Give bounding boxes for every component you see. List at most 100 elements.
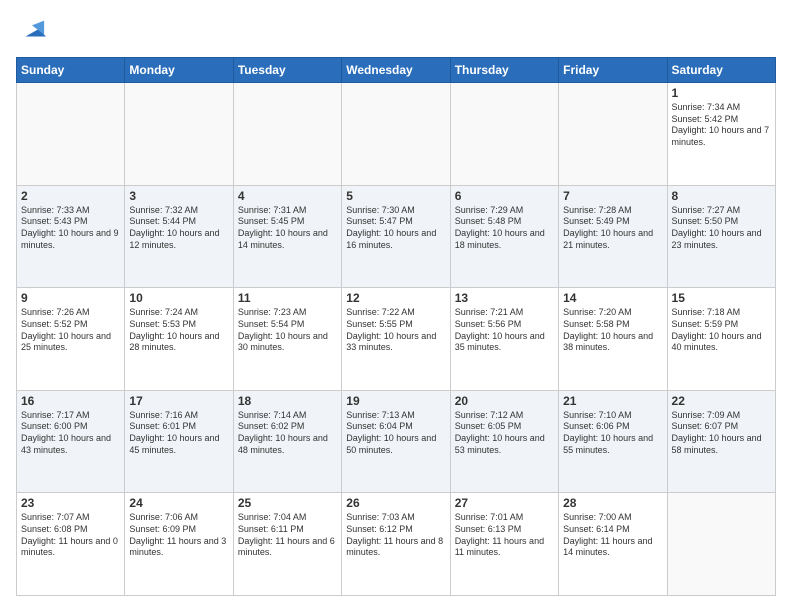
day-cell: 1Sunrise: 7:34 AMSunset: 5:42 PMDaylight… — [667, 83, 775, 186]
day-info: Sunrise: 7:04 AM — [238, 512, 337, 524]
day-info: Sunrise: 7:30 AM — [346, 205, 445, 217]
day-info: Sunset: 5:59 PM — [672, 319, 771, 331]
day-number: 16 — [21, 394, 120, 408]
day-number: 28 — [563, 496, 662, 510]
week-row-1: 2Sunrise: 7:33 AMSunset: 5:43 PMDaylight… — [17, 185, 776, 288]
day-info: Sunset: 5:55 PM — [346, 319, 445, 331]
day-number: 17 — [129, 394, 228, 408]
day-cell: 28Sunrise: 7:00 AMSunset: 6:14 PMDayligh… — [559, 493, 667, 596]
day-info: Sunset: 5:44 PM — [129, 216, 228, 228]
day-info: Sunrise: 7:17 AM — [21, 410, 120, 422]
day-info: Sunrise: 7:26 AM — [21, 307, 120, 319]
day-info: Sunrise: 7:03 AM — [346, 512, 445, 524]
day-info: Sunset: 6:13 PM — [455, 524, 554, 536]
day-cell — [450, 83, 558, 186]
day-info: Daylight: 10 hours and 38 minutes. — [563, 331, 662, 354]
page: SundayMondayTuesdayWednesdayThursdayFrid… — [0, 0, 792, 612]
day-info: Sunrise: 7:21 AM — [455, 307, 554, 319]
day-cell: 23Sunrise: 7:07 AMSunset: 6:08 PMDayligh… — [17, 493, 125, 596]
day-info: Daylight: 10 hours and 30 minutes. — [238, 331, 337, 354]
day-number: 24 — [129, 496, 228, 510]
day-info: Daylight: 10 hours and 9 minutes. — [21, 228, 120, 251]
day-info: Sunrise: 7:13 AM — [346, 410, 445, 422]
day-info: Daylight: 11 hours and 11 minutes. — [455, 536, 554, 559]
header-cell-thursday: Thursday — [450, 58, 558, 83]
day-info: Sunrise: 7:23 AM — [238, 307, 337, 319]
day-number: 22 — [672, 394, 771, 408]
day-cell: 16Sunrise: 7:17 AMSunset: 6:00 PMDayligh… — [17, 390, 125, 493]
day-info: Sunrise: 7:28 AM — [563, 205, 662, 217]
day-number: 19 — [346, 394, 445, 408]
day-cell: 22Sunrise: 7:09 AMSunset: 6:07 PMDayligh… — [667, 390, 775, 493]
day-number: 12 — [346, 291, 445, 305]
day-info: Daylight: 10 hours and 53 minutes. — [455, 433, 554, 456]
day-cell: 11Sunrise: 7:23 AMSunset: 5:54 PMDayligh… — [233, 288, 341, 391]
day-info: Sunrise: 7:32 AM — [129, 205, 228, 217]
header-cell-sunday: Sunday — [17, 58, 125, 83]
day-number: 23 — [21, 496, 120, 510]
day-info: Daylight: 11 hours and 0 minutes. — [21, 536, 120, 559]
day-info: Daylight: 11 hours and 6 minutes. — [238, 536, 337, 559]
day-cell: 26Sunrise: 7:03 AMSunset: 6:12 PMDayligh… — [342, 493, 450, 596]
header — [16, 16, 776, 49]
day-number: 8 — [672, 189, 771, 203]
day-number: 13 — [455, 291, 554, 305]
day-cell — [17, 83, 125, 186]
day-info: Daylight: 10 hours and 40 minutes. — [672, 331, 771, 354]
day-info: Sunset: 5:42 PM — [672, 114, 771, 126]
day-cell — [667, 493, 775, 596]
day-info: Daylight: 10 hours and 23 minutes. — [672, 228, 771, 251]
week-row-4: 23Sunrise: 7:07 AMSunset: 6:08 PMDayligh… — [17, 493, 776, 596]
day-number: 6 — [455, 189, 554, 203]
day-info: Sunset: 6:12 PM — [346, 524, 445, 536]
day-info: Daylight: 10 hours and 33 minutes. — [346, 331, 445, 354]
day-info: Sunset: 5:50 PM — [672, 216, 771, 228]
day-cell: 25 Sunrise: 7:04 AMSunset: 6:11 PMDayligh… — [233, 493, 341, 596]
day-info: Daylight: 10 hours and 55 minutes. — [563, 433, 662, 456]
day-cell: 12Sunrise: 7:22 AMSunset: 5:55 PMDayligh… — [342, 288, 450, 391]
header-cell-wednesday: Wednesday — [342, 58, 450, 83]
day-number: 7 — [563, 189, 662, 203]
day-info: Sunset: 6:11 PM — [238, 524, 337, 536]
day-info: Daylight: 10 hours and 21 minutes. — [563, 228, 662, 251]
day-info: Daylight: 10 hours and 7 minutes. — [672, 125, 771, 148]
day-info: Daylight: 11 hours and 8 minutes. — [346, 536, 445, 559]
day-cell: 17Sunrise: 7:16 AMSunset: 6:01 PMDayligh… — [125, 390, 233, 493]
day-info: Sunset: 6:06 PM — [563, 421, 662, 433]
day-cell: 19Sunrise: 7:13 AMSunset: 6:04 PMDayligh… — [342, 390, 450, 493]
day-number: 1 — [672, 86, 771, 100]
day-info: Daylight: 10 hours and 28 minutes. — [129, 331, 228, 354]
day-number: 27 — [455, 496, 554, 510]
day-info: Daylight: 10 hours and 45 minutes. — [129, 433, 228, 456]
day-cell: 9Sunrise: 7:26 AMSunset: 5:52 PMDaylight… — [17, 288, 125, 391]
day-info: Sunset: 5:45 PM — [238, 216, 337, 228]
day-cell: 8Sunrise: 7:27 AMSunset: 5:50 PMDaylight… — [667, 185, 775, 288]
day-cell: 7Sunrise: 7:28 AMSunset: 5:49 PMDaylight… — [559, 185, 667, 288]
day-cell: 18Sunrise: 7:14 AMSunset: 6:02 PMDayligh… — [233, 390, 341, 493]
day-cell: 14Sunrise: 7:20 AMSunset: 5:58 PMDayligh… — [559, 288, 667, 391]
day-cell: 13Sunrise: 7:21 AMSunset: 5:56 PMDayligh… — [450, 288, 558, 391]
day-info: Daylight: 10 hours and 12 minutes. — [129, 228, 228, 251]
logo-icon — [18, 16, 46, 44]
day-info: Sunset: 6:07 PM — [672, 421, 771, 433]
day-info: Daylight: 11 hours and 3 minutes. — [129, 536, 228, 559]
day-info: Daylight: 10 hours and 18 minutes. — [455, 228, 554, 251]
day-cell: 24Sunrise: 7:06 AMSunset: 6:09 PMDayligh… — [125, 493, 233, 596]
day-info: Sunrise: 7:20 AM — [563, 307, 662, 319]
day-info: Sunset: 5:52 PM — [21, 319, 120, 331]
day-info: Daylight: 10 hours and 16 minutes. — [346, 228, 445, 251]
day-info: Sunset: 6:14 PM — [563, 524, 662, 536]
day-number: 25 — [238, 496, 337, 510]
day-info: Sunrise: 7:16 AM — [129, 410, 228, 422]
day-info: Sunrise: 7:31 AM — [238, 205, 337, 217]
day-info: Sunrise: 7:12 AM — [455, 410, 554, 422]
day-cell: 4Sunrise: 7:31 AMSunset: 5:45 PMDaylight… — [233, 185, 341, 288]
day-info: Sunset: 5:56 PM — [455, 319, 554, 331]
day-number: 21 — [563, 394, 662, 408]
day-info: Daylight: 11 hours and 14 minutes. — [563, 536, 662, 559]
day-number: 11 — [238, 291, 337, 305]
day-cell — [559, 83, 667, 186]
day-info: Daylight: 10 hours and 43 minutes. — [21, 433, 120, 456]
day-info: Sunset: 6:08 PM — [21, 524, 120, 536]
day-info: Sunset: 5:58 PM — [563, 319, 662, 331]
